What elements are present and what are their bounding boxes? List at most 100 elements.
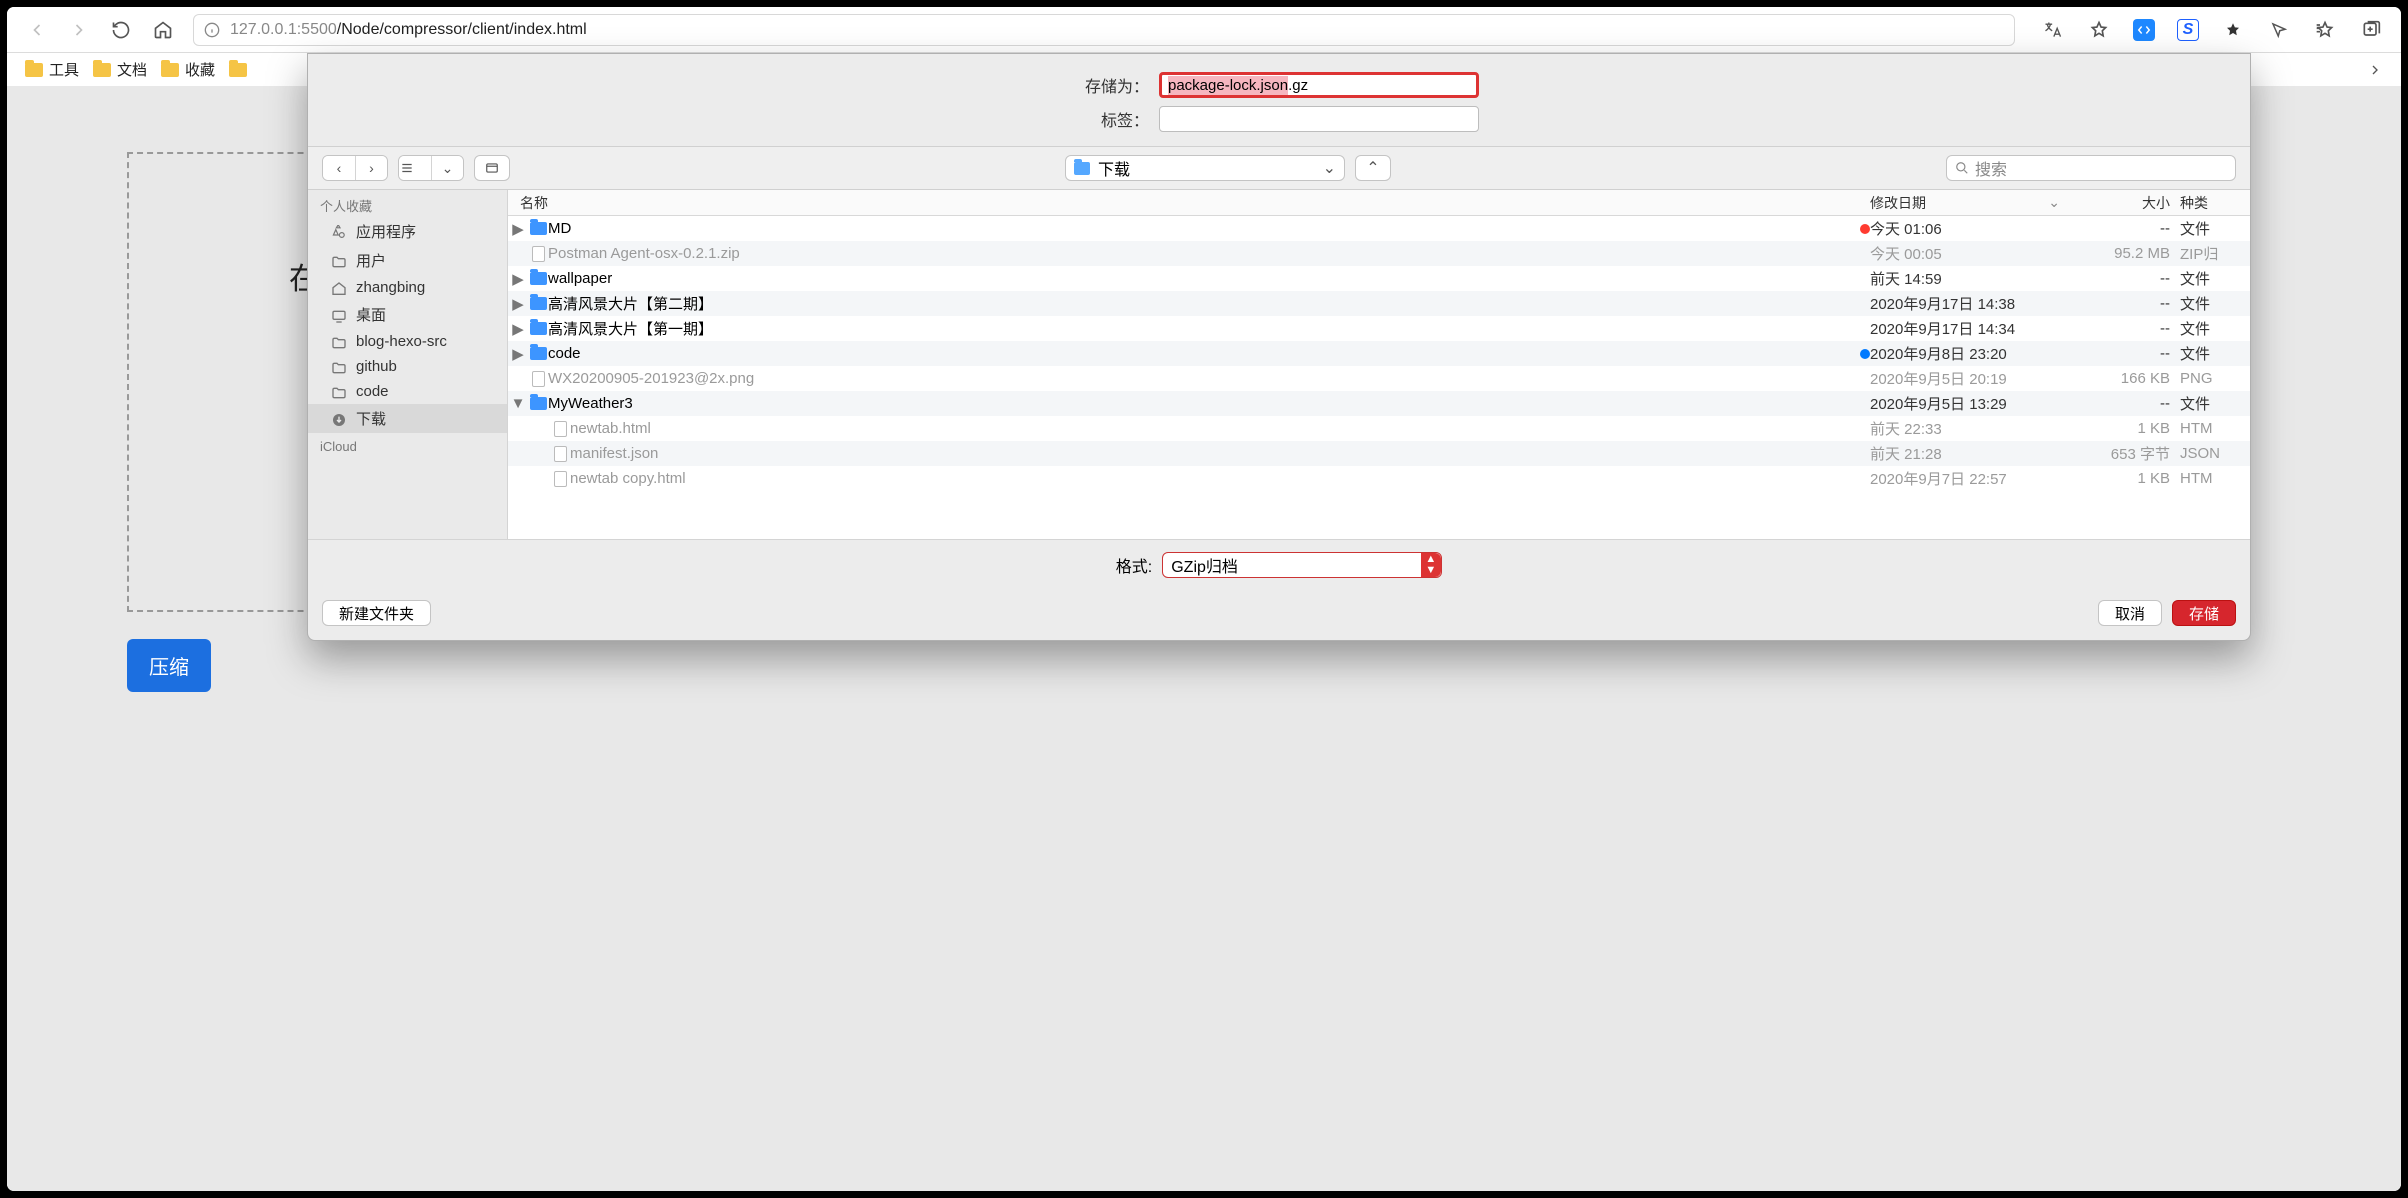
file-icon <box>532 246 545 262</box>
devtools-icon[interactable] <box>2133 19 2155 41</box>
folder-icon <box>530 347 547 360</box>
bookmarks-overflow-icon[interactable] <box>2367 62 2383 78</box>
format-select[interactable]: GZip归档 ▲▼ <box>1162 552 1442 578</box>
view-dropdown-button[interactable]: ⌄ <box>431 156 463 180</box>
bookmark-label: 收藏 <box>185 59 215 80</box>
back-button[interactable] <box>25 18 49 42</box>
save-button[interactable]: 存储 <box>2172 600 2236 626</box>
file-name: newtab copy.html <box>570 470 1870 487</box>
file-row[interactable]: newtab copy.html 2020年9月7日 22:57 1 KB HT… <box>508 466 2250 491</box>
tag-dot-icon <box>1860 224 1870 234</box>
star-filled-icon[interactable] <box>2221 18 2245 42</box>
format-value: GZip归档 <box>1171 553 1238 577</box>
sidebar-heading: 个人收藏 <box>308 190 507 217</box>
file-size: 1 KB <box>2070 420 2180 437</box>
file-name: manifest.json <box>570 445 1870 462</box>
filename-input[interactable]: package-lock.json.gz <box>1159 72 1479 98</box>
sidebar-item[interactable]: code <box>308 379 507 404</box>
file-kind: JSON <box>2180 445 2250 462</box>
bookmark-item[interactable]: 收藏 <box>161 59 215 80</box>
reload-button[interactable] <box>109 18 133 42</box>
location-select[interactable]: 下载 <box>1065 155 1345 181</box>
file-date: 2020年9月8日 23:20 <box>1870 343 2070 364</box>
filename-selection: package-lock.json <box>1168 76 1288 95</box>
folder-icon <box>530 322 547 335</box>
file-row[interactable]: ▶ 高清风景大片【第一期】 2020年9月17日 14:34 -- 文件 <box>508 316 2250 341</box>
bookmark-item[interactable] <box>229 63 247 77</box>
view-list-button[interactable] <box>399 156 431 180</box>
column-headers: 名称 修改日期⌄ 大小 种类 <box>508 190 2250 216</box>
sidebar-item[interactable]: blog-hexo-src <box>308 329 507 354</box>
sidebar-item[interactable]: 桌面 <box>308 300 507 329</box>
view-group-button[interactable] <box>474 155 510 181</box>
cursor-icon[interactable] <box>2267 18 2291 42</box>
file-row[interactable]: manifest.json 前天 21:28 653 字节 JSON <box>508 441 2250 466</box>
sidebar-item-label: 桌面 <box>356 304 386 325</box>
col-kind[interactable]: 种类 <box>2180 190 2250 215</box>
col-name[interactable]: 名称 <box>508 190 1870 215</box>
disclosure-icon[interactable]: ▶ <box>508 320 528 338</box>
sidebar-item[interactable]: 下载 <box>308 404 507 433</box>
search-input[interactable]: 搜索 <box>1946 155 2236 181</box>
reading-list-icon[interactable] <box>2313 18 2337 42</box>
file-row[interactable]: ▶ 高清风景大片【第二期】 2020年9月17日 14:38 -- 文件 <box>508 291 2250 316</box>
file-date: 今天 01:06 <box>1870 218 2070 239</box>
search-placeholder: 搜索 <box>1975 156 2007 180</box>
forward-button[interactable] <box>67 18 91 42</box>
sidebar-item[interactable]: 用户 <box>308 246 507 275</box>
compress-button[interactable]: 压缩 <box>127 639 211 692</box>
sidebar-item[interactable]: 应用程序 <box>308 217 507 246</box>
folder-icon <box>330 335 348 349</box>
sidebar-item[interactable]: github <box>308 354 507 379</box>
folder-icon <box>330 360 348 374</box>
file-date: 2020年9月7日 22:57 <box>1870 468 2070 489</box>
file-date: 今天 00:05 <box>1870 243 2070 264</box>
file-row[interactable]: ▶ MD 今天 01:06 -- 文件 <box>508 216 2250 241</box>
file-kind: 文件 <box>2180 218 2250 239</box>
file-kind: 文件 <box>2180 293 2250 314</box>
sidebar-item-label: 用户 <box>356 250 386 271</box>
col-size[interactable]: 大小 <box>2070 190 2180 215</box>
tags-label: 标签： <box>1079 107 1149 131</box>
home-button[interactable] <box>151 18 175 42</box>
file-row[interactable]: ▼ MyWeather3 2020年9月5日 13:29 -- 文件 <box>508 391 2250 416</box>
favorite-icon[interactable] <box>2087 18 2111 42</box>
sidebar-item-label: zhangbing <box>356 279 425 296</box>
bookmark-item[interactable]: 文档 <box>93 59 147 80</box>
folder-icon <box>530 297 547 310</box>
file-icon <box>554 421 567 437</box>
file-row[interactable]: ▶ wallpaper 前天 14:59 -- 文件 <box>508 266 2250 291</box>
file-kind: 文件 <box>2180 268 2250 289</box>
file-date: 2020年9月17日 14:34 <box>1870 318 2070 339</box>
ext-s-icon[interactable]: S <box>2177 19 2199 41</box>
tags-input[interactable] <box>1159 106 1479 132</box>
sidebar-item-label: blog-hexo-src <box>356 333 447 350</box>
translate-icon[interactable] <box>2041 18 2065 42</box>
file-size: -- <box>2070 395 2180 412</box>
address-bar[interactable]: 127.0.0.1:5500/Node/compressor/client/in… <box>193 14 2015 46</box>
file-name: WX20200905-201923@2x.png <box>548 370 1870 387</box>
disclosure-icon[interactable]: ▶ <box>508 220 528 238</box>
desktop-icon <box>330 308 348 322</box>
file-rows[interactable]: ▶ MD 今天 01:06 -- 文件 Postman Agent-osx-0.… <box>508 216 2250 539</box>
folder-icon <box>161 63 179 77</box>
disclosure-icon[interactable]: ▶ <box>508 295 528 313</box>
bookmark-item[interactable]: 工具 <box>25 59 79 80</box>
nav-back-button[interactable]: ‹ <box>323 156 355 180</box>
up-button[interactable]: ⌃ <box>1355 155 1391 181</box>
col-date[interactable]: 修改日期⌄ <box>1870 190 2070 215</box>
nav-fwd-button[interactable]: › <box>355 156 387 180</box>
disclosure-icon[interactable]: ▼ <box>508 395 528 412</box>
file-row[interactable]: ▶ code 2020年9月8日 23:20 -- 文件 <box>508 341 2250 366</box>
disclosure-icon[interactable]: ▶ <box>508 270 528 288</box>
file-row[interactable]: WX20200905-201923@2x.png 2020年9月5日 20:19… <box>508 366 2250 391</box>
sidebar-heading: iCloud <box>308 433 507 456</box>
sidebar-item-label: github <box>356 358 397 375</box>
cancel-button[interactable]: 取消 <box>2098 600 2162 626</box>
file-row[interactable]: newtab.html 前天 22:33 1 KB HTM <box>508 416 2250 441</box>
sidebar-item[interactable]: zhangbing <box>308 275 507 300</box>
disclosure-icon[interactable]: ▶ <box>508 345 528 363</box>
new-folder-button[interactable]: 新建文件夹 <box>322 600 431 626</box>
collections-icon[interactable] <box>2359 18 2383 42</box>
file-row[interactable]: Postman Agent-osx-0.2.1.zip 今天 00:05 95.… <box>508 241 2250 266</box>
